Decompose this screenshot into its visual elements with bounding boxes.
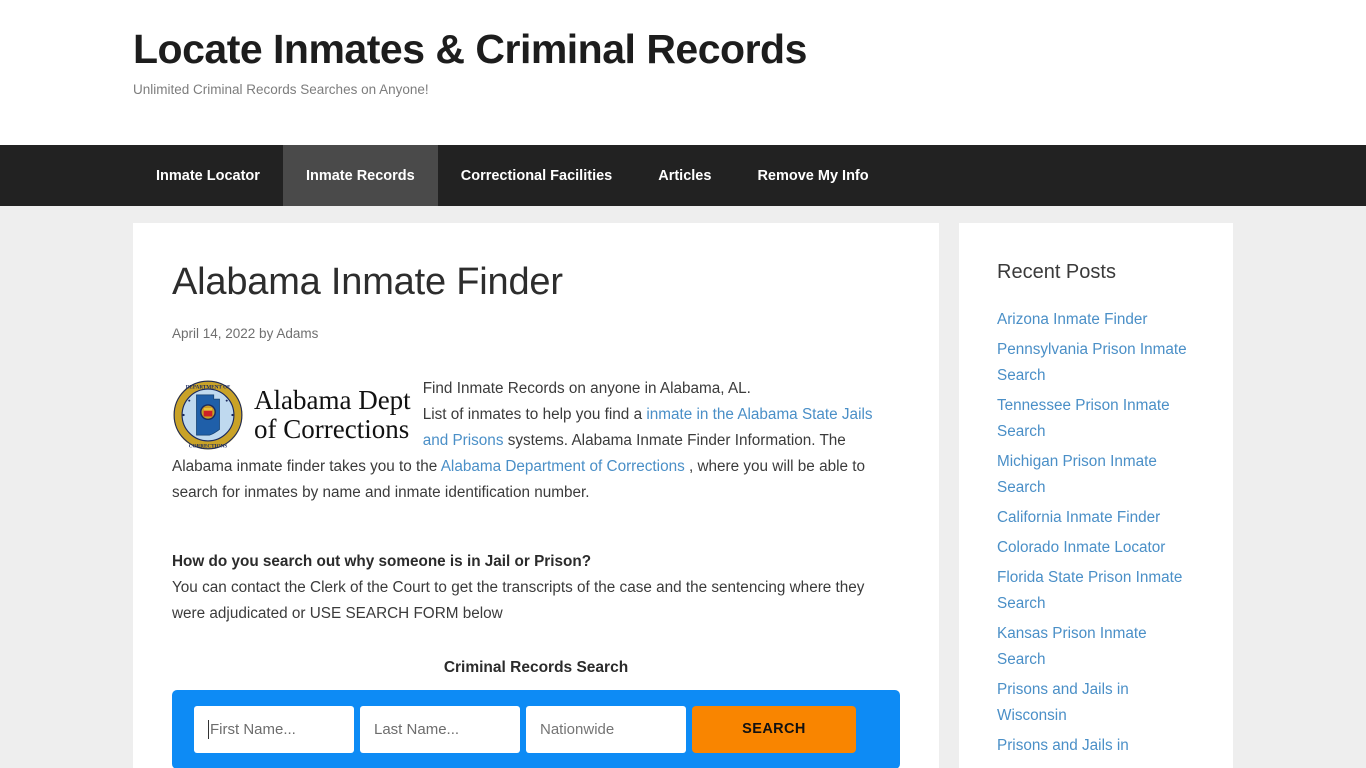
- recent-post-link-florida[interactable]: Florida State Prison Inmate Search: [997, 569, 1182, 612]
- department-of-corrections-seal-icon: DEPARTMENT OF CORRECTIONS: [173, 380, 243, 450]
- last-name-placeholder: Last Name...: [374, 720, 460, 738]
- list-item: Tennessee Prison Inmate Search: [997, 393, 1195, 445]
- site-header: Locate Inmates & Criminal Records Unlimi…: [0, 0, 1366, 145]
- list-item: California Inmate Finder: [997, 505, 1195, 531]
- list-item: Colorado Inmate Locator: [997, 535, 1195, 561]
- qa-block: How do you search out why someone is in …: [172, 549, 900, 627]
- qa-answer: You can contact the Clerk of the Court t…: [172, 578, 865, 622]
- page-title: Alabama Inmate Finder: [172, 261, 563, 303]
- list-item: Arizona Inmate Finder: [997, 307, 1195, 333]
- doc-logo-label: Alabama Dept of Corrections: [254, 384, 411, 444]
- location-selected-value: Nationwide: [540, 720, 615, 738]
- list-item: Michigan Prison Inmate Search: [997, 449, 1195, 501]
- recent-post-link-clipped[interactable]: Prisons and Jails in: [997, 737, 1129, 754]
- doc-logo-line-1: Alabama Dept: [254, 384, 411, 415]
- search-button[interactable]: SEARCH: [692, 705, 856, 753]
- sidebar: Recent Posts Arizona Inmate Finder Penns…: [959, 223, 1233, 768]
- list-item: Florida State Prison Inmate Search: [997, 565, 1195, 617]
- search-form-heading: Criminal Records Search: [443, 658, 629, 676]
- recent-post-link-colorado[interactable]: Colorado Inmate Locator: [997, 539, 1165, 556]
- article-card: Alabama Inmate Finder April 14, 2022 by …: [133, 223, 939, 768]
- list-item: Prisons and Jails in Wisconsin: [997, 677, 1195, 729]
- nav-item-articles[interactable]: Articles: [635, 145, 734, 206]
- nav-item-inmate-locator[interactable]: Inmate Locator: [133, 145, 283, 206]
- first-name-input[interactable]: First Name...: [194, 705, 354, 753]
- criminal-records-search-form: First Name... Last Name... Nationwide SE…: [172, 689, 900, 768]
- list-item: Prisons and Jails in: [997, 733, 1195, 759]
- main-navigation: Inmate Locator Inmate Records Correction…: [0, 145, 1366, 206]
- site-tagline: Unlimited Criminal Records Searches on A…: [133, 82, 429, 98]
- recent-post-link-pennsylvania[interactable]: Pennsylvania Prison Inmate Search: [997, 341, 1187, 384]
- link-alabama-department-of-corrections[interactable]: Alabama Department of Corrections: [441, 458, 685, 475]
- svg-text:CORRECTIONS: CORRECTIONS: [189, 443, 228, 449]
- recent-post-link-wisconsin[interactable]: Prisons and Jails in Wisconsin: [997, 681, 1129, 724]
- location-select[interactable]: Nationwide: [526, 705, 686, 753]
- first-name-placeholder: First Name...: [210, 720, 296, 738]
- recent-post-link-arizona[interactable]: Arizona Inmate Finder: [997, 311, 1148, 328]
- recent-post-link-kansas[interactable]: Kansas Prison Inmate Search: [997, 625, 1147, 668]
- svg-text:DEPARTMENT OF: DEPARTMENT OF: [186, 384, 231, 390]
- body-line-1: Find Inmate Records on anyone in Alabama…: [422, 379, 751, 397]
- text-caret: [208, 719, 209, 739]
- recent-post-link-michigan[interactable]: Michigan Prison Inmate Search: [997, 453, 1157, 496]
- post-body: DEPARTMENT OF CORRECTIONS Alabama Dept o…: [172, 376, 900, 506]
- qa-question: How do you search out why someone is in …: [172, 552, 592, 570]
- nav-item-inmate-records[interactable]: Inmate Records: [282, 145, 438, 206]
- nav-item-remove-my-info[interactable]: Remove My Info: [734, 145, 891, 206]
- recent-posts-list: Arizona Inmate Finder Pennsylvania Priso…: [997, 307, 1195, 759]
- last-name-input[interactable]: Last Name...: [360, 705, 520, 753]
- alabama-doc-logo: DEPARTMENT OF CORRECTIONS Alabama Dept o…: [172, 379, 411, 451]
- site-title: Locate Inmates & Criminal Records: [133, 26, 807, 72]
- recent-post-link-california[interactable]: California Inmate Finder: [997, 509, 1160, 526]
- recent-posts-title: Recent Posts: [997, 261, 1116, 283]
- body-line-2-prefix: List of inmates to help you find a: [422, 405, 647, 423]
- post-meta: April 14, 2022 by Adams: [172, 325, 319, 341]
- doc-logo-line-2: of Corrections: [254, 413, 410, 444]
- nav-item-correctional-facilities[interactable]: Correctional Facilities: [438, 145, 636, 206]
- list-item: Kansas Prison Inmate Search: [997, 621, 1195, 673]
- page-wrapper: Alabama Inmate Finder April 14, 2022 by …: [0, 206, 1366, 768]
- list-item: Pennsylvania Prison Inmate Search: [997, 337, 1195, 389]
- recent-post-link-tennessee[interactable]: Tennessee Prison Inmate Search: [997, 397, 1170, 440]
